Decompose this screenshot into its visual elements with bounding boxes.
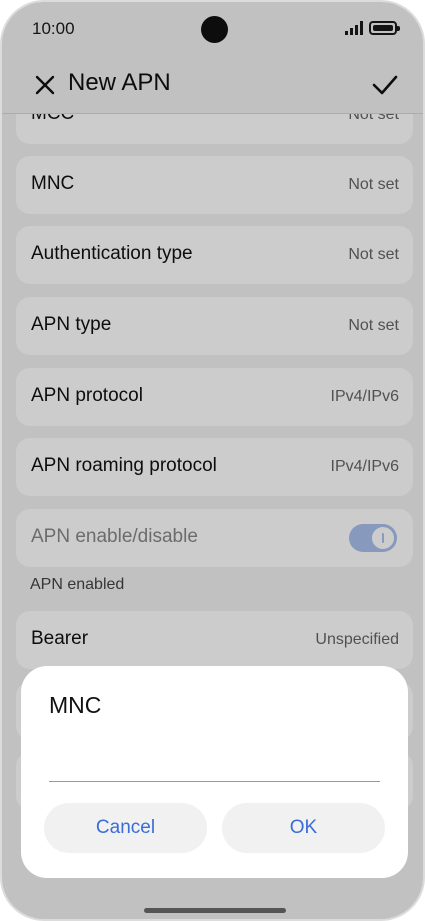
phone-screen: 10:00 New APN MCC Not set MNC Not set xyxy=(0,0,425,921)
ok-button[interactable]: OK xyxy=(222,803,385,853)
cancel-button[interactable]: Cancel xyxy=(44,803,207,853)
mnc-dialog: MNC Cancel OK xyxy=(21,666,408,878)
home-indicator[interactable] xyxy=(144,908,286,913)
mnc-input[interactable] xyxy=(49,736,380,782)
dialog-title: MNC xyxy=(49,692,102,718)
